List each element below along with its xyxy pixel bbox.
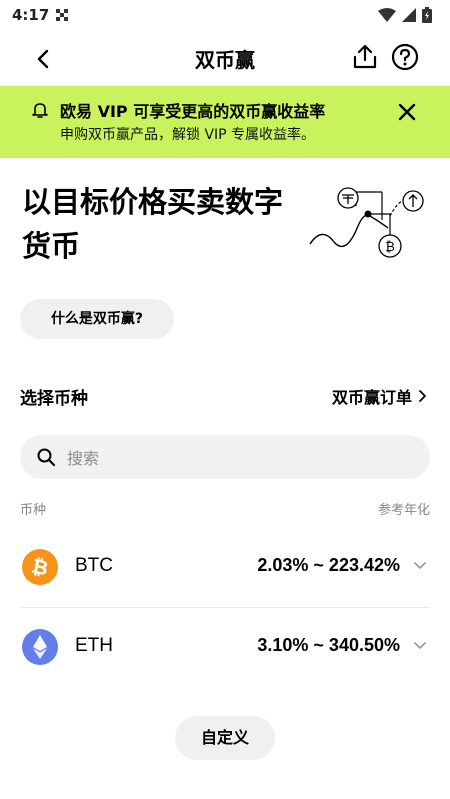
nav-bar: 双币赢 [0,30,450,86]
chevron-down-icon[interactable] [413,639,427,653]
help-icon[interactable] [390,42,420,72]
banner-subtitle: 申购双币赢产品，解锁 VIP 专属收益率。 [60,127,316,143]
notification-grid-icon [56,9,68,21]
orders-link[interactable]: 双币赢订单 [332,384,428,408]
column-header-coin: 币种 [20,503,47,518]
chevron-down-icon[interactable] [413,559,427,573]
coin-row-eth[interactable]: ETH 3.10% ~ 340.50% [20,607,430,687]
coin-apy-range: 2.03% ~ 223.42% [257,555,400,575]
svg-text:₿: ₿ [385,239,395,254]
chevron-right-icon [419,390,426,402]
select-coin-title: 选择币种 [20,389,88,409]
search-icon [37,448,56,467]
orders-link-label: 双币赢订单 [331,388,412,407]
wifi-icon [378,8,396,22]
dual-currency-illustration: ₿ [309,187,424,258]
coin-symbol: BTC [75,555,113,576]
coin-apy-range: 3.10% ~ 340.50% [257,635,400,655]
share-icon[interactable] [350,42,380,72]
hero-title: 以目标价格买卖数字货币 [22,185,284,263]
battery-icon [422,7,432,23]
what-is-dual-currency-button[interactable]: 什么是双币赢? [20,299,174,339]
page-title: 双币赢 [195,48,255,72]
bell-icon [32,103,48,118]
vip-banner: 欧易 VIP 可享受更高的双币赢收益率 申购双币赢产品，解锁 VIP 专属收益率… [0,86,450,158]
ethereum-icon [22,629,58,665]
search-input[interactable] [65,435,409,481]
signal-icon [402,8,416,22]
column-header-apy: 参考年化 [377,503,430,518]
coin-symbol: ETH [75,635,113,656]
status-bar: 4:17 [0,0,450,30]
status-icons [378,7,432,23]
bitcoin-icon: ₿ [22,549,58,585]
banner-title: 欧易 VIP 可享受更高的双币赢收益率 [60,102,326,121]
status-time: 4:17 [12,6,50,24]
customize-button[interactable]: 自定义 [175,716,275,760]
coin-row-btc[interactable]: ₿ BTC 2.03% ~ 223.42% [20,527,430,608]
close-icon[interactable] [396,101,418,123]
search-box[interactable] [20,435,430,481]
